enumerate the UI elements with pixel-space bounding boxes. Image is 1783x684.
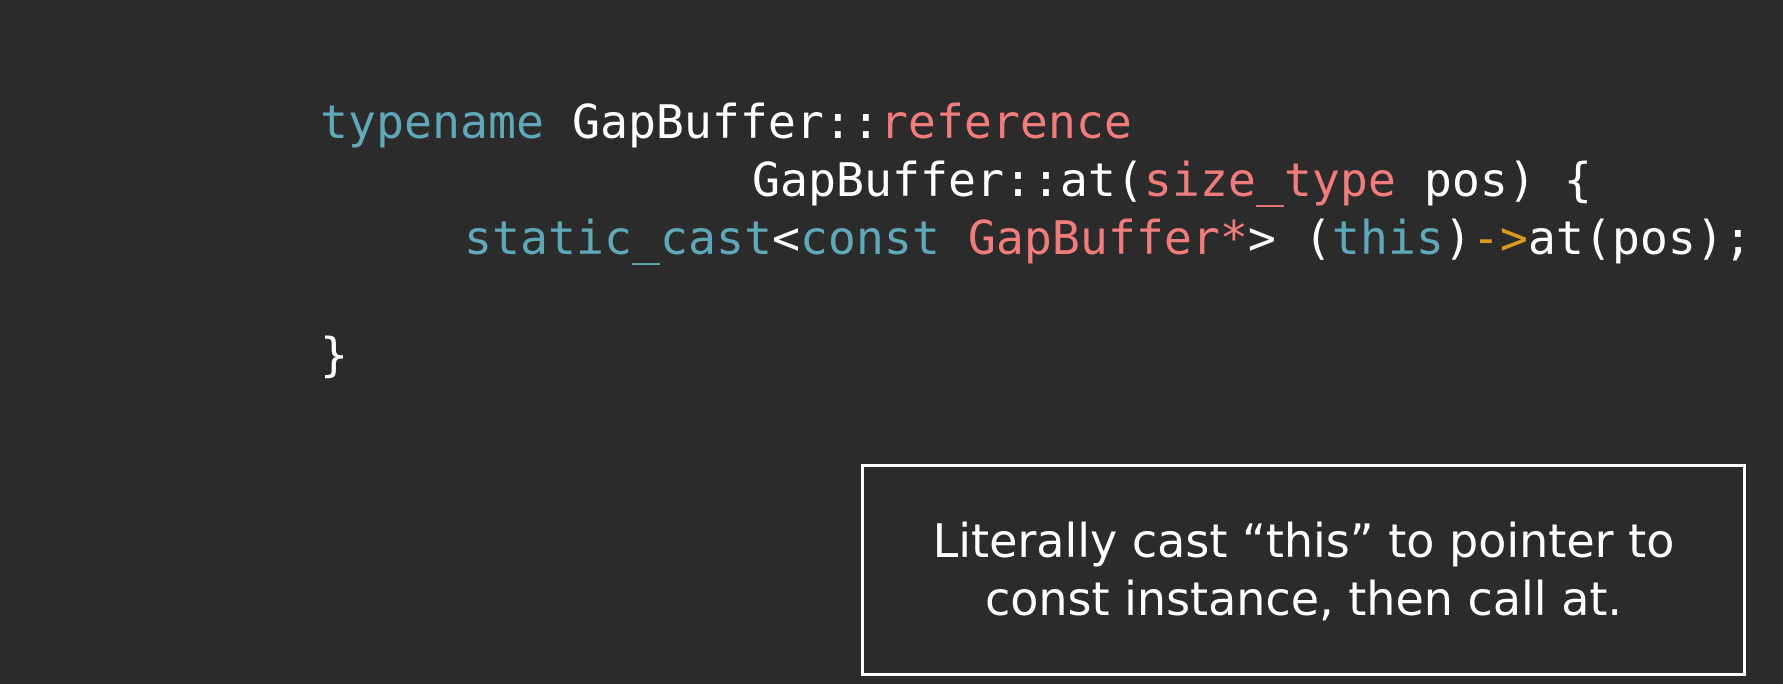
call-at: at(pos);	[1527, 211, 1752, 265]
type-gapbuffer-pointer: GapBuffer*	[967, 211, 1248, 265]
angle-open: <	[771, 211, 800, 265]
annotation-callout-box: Literally cast “this” to pointer to cons…	[861, 464, 1746, 676]
code-line-4: }	[208, 268, 348, 442]
keyword-typename: typename	[319, 95, 544, 149]
code-line-3: static_cast<const GapBuffer*> (this)->at…	[352, 151, 1752, 325]
keyword-static-cast: static_cast	[463, 211, 772, 265]
paren-close: )	[1443, 211, 1472, 265]
keyword-const: const	[799, 211, 940, 265]
code-block: typename GapBuffer::reference GapBuffer:…	[0, 0, 1752, 382]
closing-brace: }	[319, 328, 348, 382]
arrow-operator: ->	[1471, 211, 1528, 265]
annotation-text: Literally cast “this” to pointer to cons…	[932, 514, 1675, 626]
keyword-this: this	[1331, 211, 1444, 265]
angle-close-paren: > (	[1247, 211, 1332, 265]
